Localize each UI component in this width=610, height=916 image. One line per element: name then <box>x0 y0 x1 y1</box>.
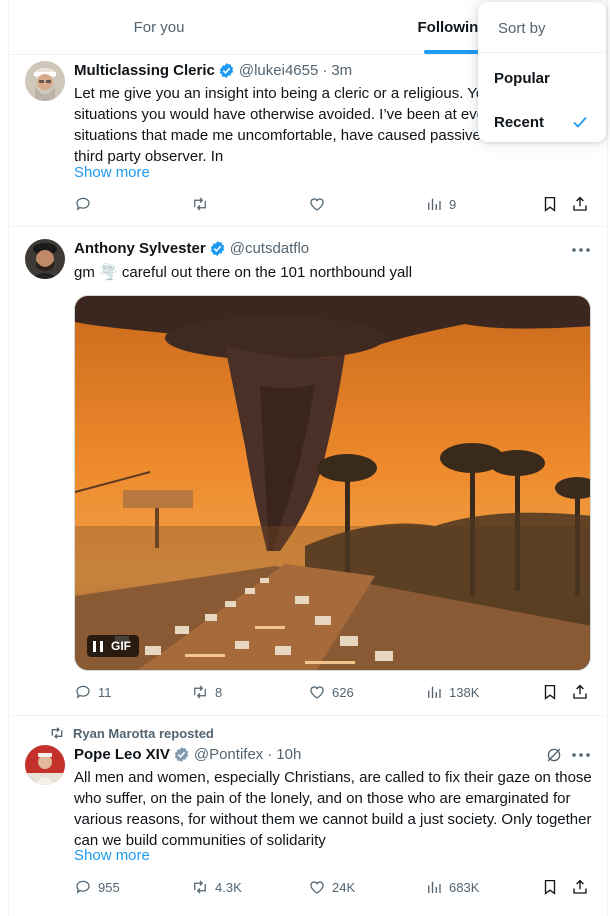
verified-gov-badge-icon[interactable] <box>173 746 190 763</box>
avatar[interactable] <box>25 745 65 785</box>
more-options-icon[interactable] <box>571 247 591 253</box>
separator-dot: · <box>322 62 328 79</box>
reply-count: 955 <box>98 879 120 895</box>
heart-icon <box>310 198 324 211</box>
analytics-icon <box>428 686 441 698</box>
show-more-link[interactable]: Show more <box>74 164 150 181</box>
bookmark-icon <box>544 684 556 700</box>
verified-badge-icon[interactable] <box>209 240 226 257</box>
views-count: 683K <box>449 879 480 895</box>
repost-count: 4.3K <box>215 879 242 895</box>
reply-button[interactable]: 955 <box>74 878 120 896</box>
repost-icon <box>194 197 206 211</box>
sort-option-recent[interactable]: Recent <box>478 102 606 142</box>
sort-option-label: Recent <box>494 113 545 131</box>
share-icon <box>573 879 587 894</box>
heart-icon <box>310 881 324 894</box>
reply-count: 11 <box>98 684 112 700</box>
share-icon <box>573 196 587 211</box>
avatar[interactable] <box>25 239 65 279</box>
views-button[interactable]: 683K <box>425 878 479 896</box>
like-button[interactable]: 626 <box>308 683 354 701</box>
post[interactable]: Ryan Marotta reposted Pope Leo XIV @Pont… <box>9 716 607 916</box>
verified-badge-icon[interactable] <box>218 62 235 79</box>
post-time[interactable]: 3m <box>331 62 352 79</box>
gif-badge[interactable]: GIF <box>87 635 139 657</box>
views-count: 138K <box>449 684 480 700</box>
repost-button[interactable]: 4.3K <box>191 878 242 896</box>
share-button[interactable] <box>571 878 589 896</box>
like-button[interactable]: 24K <box>308 878 355 896</box>
views-count: 9 <box>449 196 457 212</box>
avatar-image <box>25 239 65 279</box>
bookmark-icon <box>544 879 556 895</box>
post-header: Pope Leo XIV @Pontifex · 10h <box>74 746 301 763</box>
author-handle[interactable]: @lukei4655 <box>239 62 318 79</box>
repost-button[interactable]: 8 <box>191 683 222 701</box>
post-actions: 955 4.3K 24K 683K <box>74 878 594 900</box>
post-text: gm 🌪️ careful out there on the 101 north… <box>74 264 413 281</box>
grok-icon[interactable] <box>545 746 563 764</box>
share-button[interactable] <box>571 683 589 701</box>
bookmark-button[interactable] <box>541 878 559 896</box>
analytics-icon <box>428 881 441 893</box>
avatar-image <box>25 61 65 101</box>
like-count: 626 <box>332 684 354 700</box>
repost-count: 8 <box>215 684 223 700</box>
reply-icon <box>76 880 90 894</box>
menu-divider <box>478 52 606 53</box>
check-icon <box>573 116 587 128</box>
analytics-icon <box>428 198 441 210</box>
reply-icon <box>76 197 90 211</box>
views-button[interactable]: 138K <box>425 683 479 701</box>
sort-by-title: Sort by <box>498 20 546 37</box>
sort-option-label: Popular <box>494 69 550 87</box>
like-button[interactable] <box>308 195 332 213</box>
author-handle[interactable]: @cutsdatflo <box>230 240 309 257</box>
avatar-image <box>25 745 65 785</box>
share-button[interactable] <box>571 195 589 213</box>
heart-icon <box>310 686 324 699</box>
gif-label: GIF <box>111 639 131 653</box>
reply-button[interactable]: 11 <box>74 683 112 701</box>
post-actions: 9 <box>74 195 594 217</box>
reply-button[interactable] <box>74 195 98 213</box>
bookmark-button[interactable] <box>541 683 559 701</box>
repost-icon <box>51 727 63 739</box>
author-name[interactable]: Pope Leo XIV <box>74 746 170 763</box>
avatar[interactable] <box>25 61 65 101</box>
author-handle[interactable]: @Pontifex <box>194 746 263 763</box>
post[interactable]: Anthony Sylvester @cutsdatflo gm 🌪️ care… <box>9 227 607 716</box>
author-name[interactable]: Anthony Sylvester <box>74 240 206 257</box>
repost-context[interactable]: Ryan Marotta reposted <box>49 725 214 741</box>
pause-icon <box>93 640 103 652</box>
post-time[interactable]: 10h <box>276 746 301 763</box>
post-header: Multiclassing Cleric @lukei4655 · 3m <box>74 62 352 79</box>
gif-media[interactable]: GIF <box>74 295 591 671</box>
post-text: All men and women, especially Christians… <box>74 769 592 849</box>
separator-dot: · <box>267 746 273 763</box>
views-button[interactable]: 9 <box>425 195 456 213</box>
like-count: 24K <box>332 879 356 895</box>
post-header: Anthony Sylvester @cutsdatflo <box>74 240 309 257</box>
author-name[interactable]: Multiclassing Cleric <box>74 62 215 79</box>
tab-label: For you <box>133 18 185 36</box>
bookmark-icon <box>544 196 556 212</box>
tab-for-you[interactable]: For you <box>9 0 309 54</box>
repost-label: Ryan Marotta reposted <box>73 725 214 741</box>
tab-label: Following <box>417 18 488 36</box>
share-icon <box>573 684 587 699</box>
post-actions: 11 8 626 138K <box>74 683 594 705</box>
tornado-gif-image <box>75 296 590 670</box>
bookmark-button[interactable] <box>541 195 559 213</box>
repost-button[interactable] <box>191 195 215 213</box>
repost-icon <box>194 685 206 699</box>
show-more-link[interactable]: Show more <box>74 847 150 864</box>
more-options-icon[interactable] <box>571 752 591 758</box>
sort-option-popular[interactable]: Popular <box>478 58 606 98</box>
sort-by-menu: Sort by Popular Recent <box>478 2 606 142</box>
reply-icon <box>76 685 90 699</box>
repost-icon <box>194 880 206 894</box>
